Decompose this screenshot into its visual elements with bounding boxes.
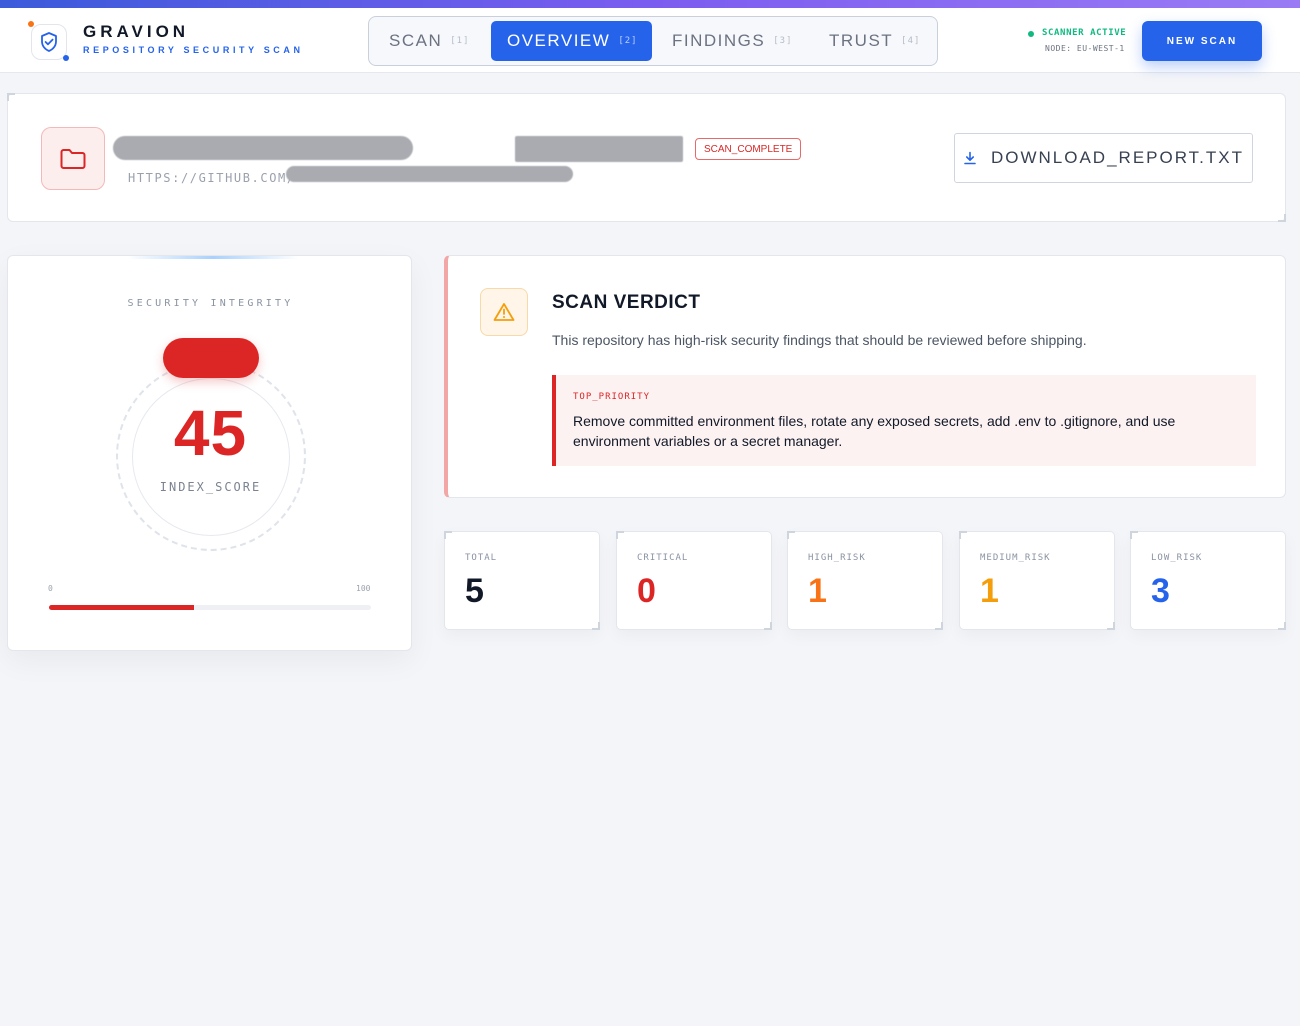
card-glow <box>128 256 298 259</box>
security-score-card: SECURITY INTEGRITY 45 INDEX_SCORE 0 100 <box>7 255 412 651</box>
tab-index: [4] <box>901 36 921 46</box>
stat-label: TOTAL <box>465 553 498 563</box>
stat-label: HIGH_RISK <box>808 553 866 563</box>
corner-bracket <box>764 622 772 630</box>
scan-status-badge: SCAN_COMPLETE <box>695 138 802 160</box>
score-title: SECURITY INTEGRITY <box>127 298 294 309</box>
tab-label: FINDINGS <box>672 31 766 50</box>
corner-bracket <box>935 622 943 630</box>
scan-verdict-card: SCAN VERDICT This repository has high-ri… <box>444 255 1286 498</box>
corner-bracket <box>616 531 624 539</box>
stat-label: MEDIUM_RISK <box>980 553 1051 563</box>
warning-triangle-icon <box>493 303 515 321</box>
stat-card-medium-risk[interactable]: MEDIUM_RISK 1 <box>959 531 1115 630</box>
priority-text: Remove committed environment files, rota… <box>573 413 1176 449</box>
app-logo[interactable] <box>31 24 67 60</box>
score-progress-track <box>49 605 371 610</box>
priority-label: TOP_PRIORITY <box>573 392 651 402</box>
stat-card-critical[interactable]: CRITICAL 0 <box>616 531 772 630</box>
redacted-repo-name <box>113 136 413 160</box>
corner-bracket <box>7 93 15 101</box>
tab-index: [3] <box>773 36 793 46</box>
stat-value: 1 <box>980 572 999 610</box>
tab-overview[interactable]: OVERVIEW [2] <box>491 21 652 61</box>
tab-label: TRUST <box>829 31 894 50</box>
folder-icon <box>60 148 86 169</box>
stat-label: CRITICAL <box>637 553 689 563</box>
main-tabs: SCAN [1] OVERVIEW [2] FINDINGS [3] TRUST… <box>368 16 938 66</box>
brand-name: GRAVION <box>83 22 190 41</box>
redacted-repo-name <box>515 136 683 162</box>
corner-bracket <box>592 622 600 630</box>
top-accent-strip <box>0 0 1300 8</box>
corner-bracket <box>1130 531 1138 539</box>
status-indicator-dot <box>1028 31 1034 37</box>
stat-card-low-risk[interactable]: LOW_RISK 3 <box>1130 531 1286 630</box>
stat-card-total[interactable]: TOTAL 5 <box>444 531 600 630</box>
corner-bracket <box>787 531 795 539</box>
verdict-description: This repository has high-risk security f… <box>552 332 1087 348</box>
tab-index: [2] <box>618 36 638 46</box>
tab-label: SCAN <box>389 31 443 50</box>
tab-trust[interactable]: TRUST [4] <box>813 21 933 61</box>
risk-level-pill <box>163 338 259 378</box>
score-caption: INDEX_SCORE <box>159 480 262 494</box>
verdict-title: SCAN VERDICT <box>552 292 701 313</box>
download-label: DOWNLOAD_REPORT.TXT <box>990 148 1245 167</box>
corner-bracket <box>1278 622 1286 630</box>
repo-url[interactable]: HTTPS://GITHUB.COM/ <box>128 171 296 185</box>
top-priority-callout: TOP_PRIORITY Remove committed environmen… <box>552 375 1256 466</box>
score-range-min: 0 <box>48 584 53 593</box>
download-report-button[interactable]: DOWNLOAD_REPORT.TXT <box>954 133 1253 183</box>
brand-subtitle: REPOSITORY SECURITY SCAN <box>83 45 304 55</box>
download-icon <box>964 151 976 165</box>
tab-label: OVERVIEW <box>507 31 611 50</box>
stat-value: 1 <box>808 572 827 610</box>
stat-value: 5 <box>465 572 484 610</box>
score-progress-fill <box>49 605 194 610</box>
node-label: NODE: EU-WEST-1 <box>1045 44 1125 53</box>
repo-folder-badge <box>41 127 105 190</box>
new-scan-button[interactable]: NEW SCAN <box>1142 21 1262 61</box>
stat-label: LOW_RISK <box>1151 553 1203 563</box>
stat-value: 3 <box>1151 572 1170 610</box>
scanner-status: SCANNER ACTIVE <box>1042 28 1127 38</box>
verdict-warning-badge <box>480 288 528 336</box>
logo-accent-dot <box>63 55 69 61</box>
corner-bracket <box>444 531 452 539</box>
stat-value: 0 <box>637 572 656 610</box>
corner-bracket <box>959 531 967 539</box>
score-range-max: 100 <box>356 584 371 593</box>
corner-bracket <box>1278 214 1286 222</box>
shield-check-icon <box>41 32 57 52</box>
redacted-repo-url <box>286 166 573 182</box>
tab-index: [1] <box>450 36 470 46</box>
score-value: 45 <box>173 397 248 469</box>
tab-findings[interactable]: FINDINGS [3] <box>656 21 806 61</box>
tab-scan[interactable]: SCAN [1] <box>373 21 491 61</box>
stat-card-high-risk[interactable]: HIGH_RISK 1 <box>787 531 943 630</box>
repository-card: HTTPS://GITHUB.COM/ SCAN_COMPLETE DOWNLO… <box>7 93 1286 222</box>
corner-bracket <box>1107 622 1115 630</box>
app-header: GRAVION REPOSITORY SECURITY SCAN SCAN [1… <box>0 8 1300 73</box>
